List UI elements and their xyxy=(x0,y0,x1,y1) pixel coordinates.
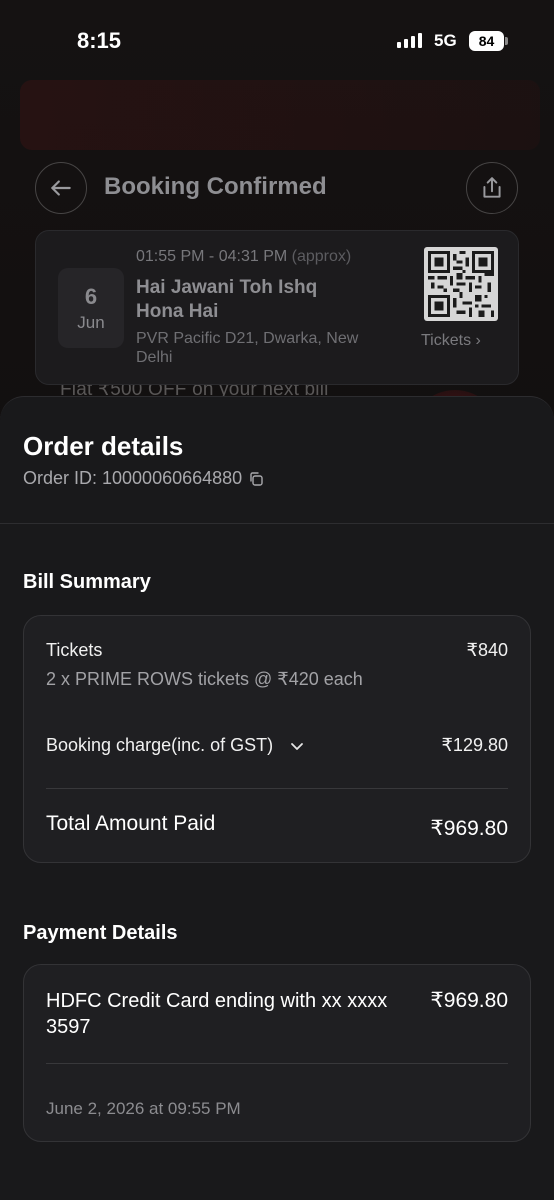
battery-icon: 84 xyxy=(469,31,504,51)
show-time-range: 01:55 PM - 04:31 PM xyxy=(136,248,288,265)
share-button[interactable] xyxy=(466,162,518,214)
qr-code-icon[interactable] xyxy=(424,247,498,321)
booking-charge-amount: ₹129.80 xyxy=(441,735,508,755)
sheet-divider xyxy=(0,523,554,524)
signal-icon xyxy=(397,33,422,48)
tickets-detail: 2 x PRIME ROWS tickets @ ₹420 each xyxy=(46,669,363,689)
arrow-left-icon xyxy=(51,180,71,196)
status-time: 8:15 xyxy=(77,28,122,53)
booking-charge-row[interactable]: Booking charge(inc. of GST) xyxy=(46,735,305,756)
bill-summary-title: Bill Summary xyxy=(23,571,151,593)
payment-amount: ₹969.80 xyxy=(430,989,508,1012)
show-time: 01:55 PM - 04:31 PM (approx) xyxy=(136,248,351,266)
payment-date: June 2, 2026 at 09:55 PM xyxy=(46,1099,241,1118)
order-details-sheet: Order details Order ID: 10000060664880 B… xyxy=(0,396,554,1200)
booking-card[interactable]: 6 Jun 01:55 PM - 04:31 PM (approx) Hai J… xyxy=(35,230,519,385)
battery-tip xyxy=(505,37,508,45)
show-date-day: 6 xyxy=(84,283,98,309)
status-bar: 8:15 5G 84 xyxy=(0,0,554,80)
total-amount-label: Total Amount Paid xyxy=(46,812,216,835)
page-title: Booking Confirmed xyxy=(104,173,327,200)
payment-details-card: HDFC Credit Card ending with xx xxxx 359… xyxy=(23,964,531,1142)
payment-divider xyxy=(46,1063,508,1064)
tickets-label: Tickets xyxy=(46,640,103,660)
payment-details-title: Payment Details xyxy=(23,922,178,944)
venue-name: PVR Pacific D21, Dwarka, New Delhi xyxy=(136,330,359,366)
network-type: 5G xyxy=(434,31,457,50)
bill-divider xyxy=(46,788,508,789)
tickets-link[interactable]: Tickets › xyxy=(421,332,481,350)
show-time-note: (approx) xyxy=(291,248,352,265)
background-banner xyxy=(20,80,540,150)
order-details-title: Order details xyxy=(23,431,184,461)
tickets-amount: ₹840 xyxy=(466,640,508,660)
total-amount-value: ₹969.80 xyxy=(430,817,508,840)
bill-summary-card: Tickets ₹840 2 x PRIME ROWS tickets @ ₹4… xyxy=(23,615,531,863)
order-id-text: Order ID: 10000060664880 xyxy=(23,468,243,488)
movie-title: Hai Jawani Toh Ishq Hona Hai xyxy=(136,277,318,322)
share-icon xyxy=(483,177,501,198)
copy-icon[interactable] xyxy=(248,471,264,487)
back-button[interactable] xyxy=(35,162,87,214)
booking-charge-label: Booking charge(inc. of GST) xyxy=(46,735,274,755)
show-date-month: Jun xyxy=(77,312,105,332)
chevron-down-icon[interactable] xyxy=(289,738,305,754)
show-date: 6 Jun xyxy=(58,268,124,348)
payment-method: HDFC Credit Card ending with xx xxxx 359… xyxy=(46,990,388,1038)
order-id: Order ID: 10000060664880 xyxy=(23,468,264,489)
